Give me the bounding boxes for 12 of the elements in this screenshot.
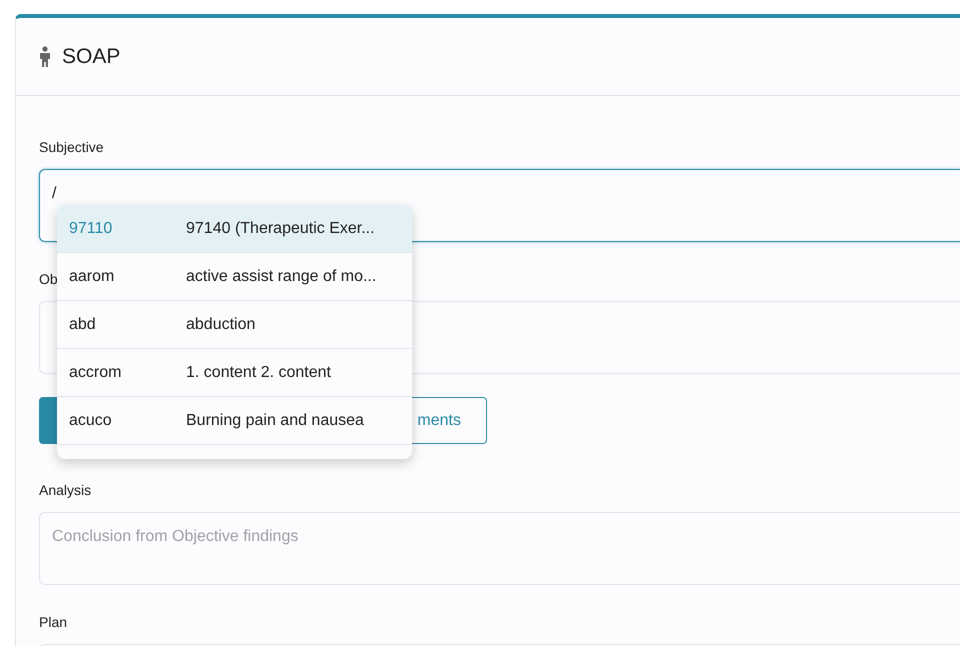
person-icon bbox=[38, 46, 52, 67]
text-field[interactable]: Conclusion from Objective findings bbox=[39, 512, 960, 585]
field-label: Subjective bbox=[39, 138, 104, 157]
field-label: Ob bbox=[39, 270, 58, 289]
dropdown-option[interactable]: accrom 1. content 2. content bbox=[57, 349, 412, 397]
field-label: Plan bbox=[39, 613, 68, 632]
dropdown-option[interactable]: aarom active assist range of mo... bbox=[57, 253, 412, 301]
dropdown-option[interactable]: 97110 97140 (Therapeutic Exer... bbox=[57, 205, 412, 253]
field-label: Analysis bbox=[39, 481, 92, 500]
dropdown-option[interactable]: abd abduction bbox=[57, 301, 412, 349]
card-title: SOAP bbox=[62, 44, 120, 70]
dropdown-option[interactable]: acuco Burning pain and nausea bbox=[57, 397, 412, 445]
